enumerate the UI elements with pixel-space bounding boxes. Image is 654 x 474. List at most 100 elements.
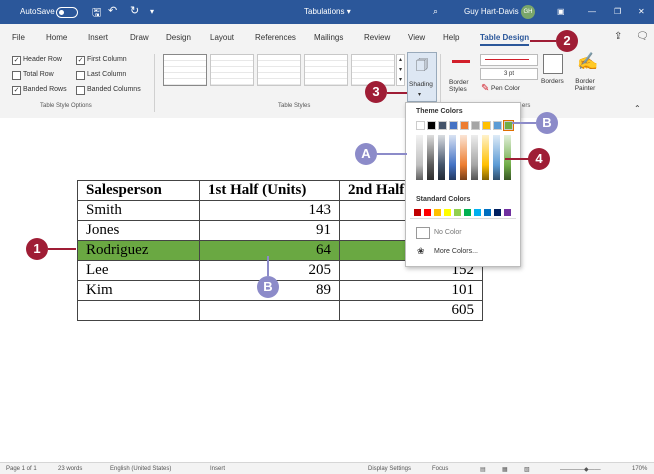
borders-icon[interactable]	[543, 54, 563, 74]
collapse-ribbon-icon[interactable]: ⌃	[634, 104, 641, 113]
tab-design[interactable]: Design	[166, 33, 191, 42]
theme-color-swatch[interactable]	[482, 121, 491, 130]
theme-shade-column[interactable]	[460, 135, 467, 180]
standard-color-swatch[interactable]	[494, 209, 501, 216]
border-styles-label[interactable]: Border Styles	[449, 79, 477, 93]
display-settings[interactable]: Display Settings	[368, 466, 411, 472]
table-cell[interactable]	[199, 300, 340, 321]
search-icon[interactable]: ⌕	[433, 6, 438, 17]
word-count[interactable]: 23 words	[58, 466, 82, 472]
tab-mailings[interactable]: Mailings	[314, 33, 343, 42]
total-row-checkbox[interactable]	[12, 71, 21, 80]
border-painter-label[interactable]: Border Painter	[570, 78, 600, 92]
theme-color-swatch[interactable]	[460, 121, 469, 130]
border-painter-icon[interactable]: ✍	[577, 52, 598, 72]
pen-color-label[interactable]: Pen Color	[491, 85, 520, 92]
table-cell[interactable]: Lee	[77, 260, 200, 281]
table-cell[interactable]: 64	[199, 240, 340, 261]
standard-color-swatch[interactable]	[474, 209, 481, 216]
table-cell[interactable]: Jones	[77, 220, 200, 241]
table-cell[interactable]: Smith	[77, 200, 200, 221]
standard-color-swatch[interactable]	[414, 209, 421, 216]
save-icon[interactable]: 🖫	[92, 4, 101, 23]
borders-label[interactable]: Borders	[541, 78, 564, 85]
standard-color-swatch[interactable]	[454, 209, 461, 216]
theme-shade-column[interactable]	[438, 135, 445, 180]
chevron-down-icon: ▾	[418, 92, 422, 98]
theme-shade-column[interactable]	[449, 135, 456, 180]
language[interactable]: English (United States)	[110, 466, 171, 472]
last-column-checkbox[interactable]	[76, 71, 85, 80]
table-header-cell[interactable]: 1st Half (Units)	[199, 180, 340, 201]
tab-draw[interactable]: Draw	[130, 33, 149, 42]
shading-button[interactable]: 🗍 Shading ▾	[407, 52, 437, 102]
line-style-select[interactable]	[480, 54, 538, 66]
tab-file[interactable]: File	[12, 33, 25, 42]
standard-color-swatch[interactable]	[484, 209, 491, 216]
tab-table-design[interactable]: Table Design	[480, 33, 530, 46]
minimize-icon[interactable]: —	[588, 7, 596, 16]
read-mode-icon[interactable]: ▤	[480, 466, 486, 473]
comments-icon[interactable]: 🗨	[636, 31, 649, 42]
tab-home[interactable]: Home	[46, 33, 67, 42]
theme-color-swatch[interactable]	[449, 121, 458, 130]
undo-icon[interactable]: ↶	[108, 4, 117, 17]
styles-scroll[interactable]: ▴ ▾ ▾	[396, 54, 405, 86]
standard-color-swatch[interactable]	[504, 209, 511, 216]
document-title[interactable]: Tabulations ▾	[304, 7, 351, 16]
table-cell[interactable]: Rodriguez	[77, 240, 200, 261]
banded-rows-checkbox[interactable]: ✓	[12, 86, 21, 95]
header-row-checkbox[interactable]: ✓	[12, 56, 21, 65]
redo-icon[interactable]: ↻	[130, 4, 139, 17]
user-name[interactable]: Guy Hart-Davis	[464, 7, 519, 16]
theme-shade-column[interactable]	[482, 135, 489, 180]
web-layout-icon[interactable]: ▧	[524, 466, 530, 473]
theme-color-swatch[interactable]	[438, 121, 447, 130]
tab-layout[interactable]: Layout	[210, 33, 234, 42]
first-column-checkbox[interactable]: ✓	[76, 56, 85, 65]
theme-shade-column[interactable]	[493, 135, 500, 180]
standard-color-swatch[interactable]	[434, 209, 441, 216]
tab-insert[interactable]: Insert	[88, 33, 108, 42]
theme-color-swatch[interactable]	[427, 121, 436, 130]
banded-columns-checkbox[interactable]	[76, 86, 85, 95]
theme-shade-column[interactable]	[427, 135, 434, 180]
ribbon-display-icon[interactable]: ▣	[557, 7, 565, 16]
zoom-level[interactable]: 170%	[632, 466, 647, 472]
avatar[interactable]: GH	[521, 5, 535, 19]
share-icon[interactable]: ⇪	[614, 31, 622, 42]
restore-icon[interactable]: ❐	[614, 7, 621, 16]
print-layout-icon[interactable]: ▦	[502, 466, 508, 473]
standard-color-swatch[interactable]	[424, 209, 431, 216]
table-style-1[interactable]	[163, 54, 207, 86]
table-cell[interactable]: 143	[199, 200, 340, 221]
tab-references[interactable]: References	[255, 33, 296, 42]
table-cell[interactable]: 101	[339, 280, 483, 301]
theme-color-swatch[interactable]	[416, 121, 425, 130]
theme-color-swatch[interactable]	[471, 121, 480, 130]
edit-mode[interactable]: Insert	[210, 466, 225, 472]
table-style-4[interactable]	[304, 54, 348, 86]
tab-review[interactable]: Review	[364, 33, 390, 42]
theme-shade-column[interactable]	[416, 135, 423, 180]
zoom-slider[interactable]: ————◆——	[560, 466, 601, 473]
table-cell[interactable]: 91	[199, 220, 340, 241]
table-cell[interactable]	[77, 300, 200, 321]
tab-help[interactable]: Help	[443, 33, 459, 42]
autosave-toggle[interactable]	[56, 7, 78, 18]
table-cell[interactable]: 605	[339, 300, 483, 321]
theme-color-swatch[interactable]	[493, 121, 502, 130]
pen-weight-select[interactable]: 3 pt	[480, 68, 538, 80]
table-style-2[interactable]	[210, 54, 254, 86]
focus-mode[interactable]: Focus	[432, 466, 448, 472]
standard-color-swatch[interactable]	[464, 209, 471, 216]
standard-color-swatch[interactable]	[444, 209, 451, 216]
table-cell[interactable]: Kim	[77, 280, 200, 301]
theme-shade-column[interactable]	[471, 135, 478, 180]
table-style-3[interactable]	[257, 54, 301, 86]
close-icon[interactable]: ✕	[638, 7, 645, 16]
tab-view[interactable]: View	[408, 33, 425, 42]
customize-toolbar-icon[interactable]: ▾	[150, 7, 154, 16]
page-count[interactable]: Page 1 of 1	[6, 466, 37, 472]
table-header-cell[interactable]: Salesperson	[77, 180, 200, 201]
